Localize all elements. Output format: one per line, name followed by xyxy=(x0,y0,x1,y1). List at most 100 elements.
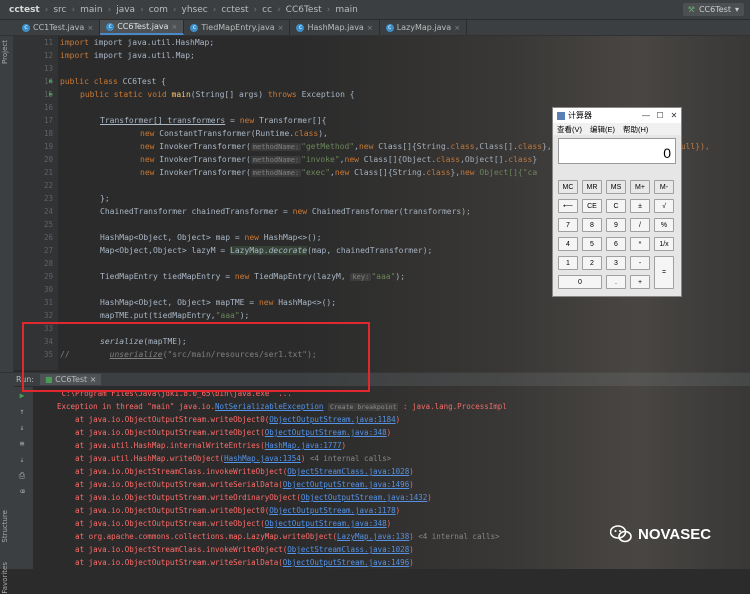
clear-icon[interactable]: ⌫ xyxy=(16,487,28,497)
close-icon[interactable]: × xyxy=(87,24,93,32)
key-8[interactable]: 8 xyxy=(582,218,602,232)
key-c[interactable]: C xyxy=(606,199,626,213)
run-config-selector[interactable]: ⚒ CC6Test ▾ xyxy=(682,3,744,16)
key-reciprocal[interactable]: 1/x xyxy=(654,237,674,251)
breadcrumb-item[interactable]: main xyxy=(77,5,106,15)
rerun-icon[interactable]: ▶ xyxy=(16,391,28,401)
run-gutter-icon[interactable]: ▶ xyxy=(49,77,53,85)
stack-link[interactable]: ObjectOutputStream.java:1496 xyxy=(283,558,409,567)
tab-tiedmapentry[interactable]: c TiedMapEntry.java × xyxy=(184,20,291,35)
create-breakpoint-button[interactable]: Create breakpoint xyxy=(327,403,399,411)
breadcrumb-item[interactable]: cc xyxy=(259,5,275,15)
key-4[interactable]: 4 xyxy=(558,237,578,251)
stack-link[interactable]: ObjectOutputStream.java:348 xyxy=(265,519,387,528)
code-line: HashMap<Object, Object> map = new HashMa… xyxy=(100,233,322,242)
stack-link[interactable]: LazyMap.java:138 xyxy=(337,532,409,541)
calculator-window[interactable]: 计算器 — ☐ ✕ 查看(V) 编辑(E) 帮助(H) 0 MC MR MS M… xyxy=(552,107,682,297)
parameter-hint: methodName: xyxy=(250,169,302,177)
key-mr[interactable]: MR xyxy=(582,180,602,194)
stack-link[interactable]: ObjectStreamClass.java:1028 xyxy=(287,545,409,554)
tab-lazymap[interactable]: c LazyMap.java × xyxy=(380,20,468,35)
favorites-tool-button[interactable]: Favorites xyxy=(1,562,9,594)
hammer-icon[interactable]: ⚒ xyxy=(688,3,695,16)
line-number: 24 xyxy=(43,207,53,216)
breadcrumb-item[interactable]: src xyxy=(50,5,69,15)
breadcrumb-item[interactable]: java xyxy=(113,5,138,15)
code-line: HashMap<Object, Object> mapTME = new Has… xyxy=(100,298,337,307)
project-tool-button[interactable]: Project xyxy=(1,40,9,64)
menu-help[interactable]: 帮助(H) xyxy=(623,124,648,135)
key-5[interactable]: 5 xyxy=(582,237,602,251)
editor-tabs: c CC1Test.java × c CC6Test.java × c TiedMapEn… xyxy=(0,20,750,36)
print-icon[interactable]: ⎙ xyxy=(16,471,28,481)
scroll-down-icon[interactable]: ↓ xyxy=(16,423,28,433)
key-9[interactable]: 9 xyxy=(606,218,626,232)
java-class-icon: c xyxy=(385,23,394,32)
scroll-to-end-icon[interactable]: ⇣ xyxy=(16,455,28,465)
minimize-icon[interactable]: — xyxy=(639,111,653,120)
key-equals[interactable]: = xyxy=(654,256,674,289)
tab-hashmap[interactable]: c HashMap.java × xyxy=(290,20,380,35)
stack-link[interactable]: ObjectOutputStream.java:1496 xyxy=(283,480,409,489)
stack-link[interactable]: HashMap.java:1777 xyxy=(265,441,342,450)
tab-cc6test[interactable]: c CC6Test.java × xyxy=(100,20,185,35)
key-3[interactable]: 3 xyxy=(606,256,626,270)
stack-link[interactable]: ObjectStreamClass.java:1028 xyxy=(287,467,409,476)
key-ce[interactable]: CE xyxy=(582,199,602,213)
breadcrumb-item[interactable]: main xyxy=(332,5,361,15)
soft-wrap-icon[interactable]: ≡ xyxy=(16,439,28,449)
breadcrumb-item[interactable]: cctest xyxy=(6,5,43,15)
left-tool-strip: Project Structure Favorites xyxy=(0,36,14,594)
breadcrumb-item[interactable]: yhsec xyxy=(179,5,211,15)
key-7[interactable]: 7 xyxy=(558,218,578,232)
stack-link[interactable]: ObjectOutputStream.java:348 xyxy=(265,428,387,437)
key-decimal[interactable]: . xyxy=(606,275,626,289)
breadcrumb-item[interactable]: com xyxy=(146,5,171,15)
code-line: Map<Object,Object> lazyM = LazyMap.decor… xyxy=(100,246,433,255)
close-icon[interactable]: ✕ xyxy=(667,111,681,120)
structure-tool-button[interactable]: Structure xyxy=(1,510,9,543)
key-sqrt[interactable]: √ xyxy=(654,199,674,213)
key-divide[interactable]: / xyxy=(630,218,650,232)
run-gutter-icon[interactable]: ▶ xyxy=(49,90,53,98)
key-1[interactable]: 1 xyxy=(558,256,578,270)
tab-cc1test[interactable]: c CC1Test.java × xyxy=(16,20,101,35)
breadcrumb-item[interactable]: cctest xyxy=(218,5,251,15)
key-multiply[interactable]: * xyxy=(630,237,650,251)
menu-view[interactable]: 查看(V) xyxy=(557,124,582,135)
stack-link[interactable]: ObjectOutputStream.java:1432 xyxy=(301,493,427,502)
key-m-minus[interactable]: M- xyxy=(654,180,674,194)
console-line: at java.io.ObjectOutputStream.writeSeria… xyxy=(57,480,414,489)
internal-calls-toggle[interactable]: <4 internal calls> xyxy=(310,454,391,463)
calculator-titlebar[interactable]: 计算器 — ☐ ✕ xyxy=(553,108,681,123)
key-subtract[interactable]: - xyxy=(630,256,650,270)
close-icon[interactable]: × xyxy=(278,24,284,32)
calculator-title: 计算器 xyxy=(568,111,592,120)
chevron-right-icon: › xyxy=(44,4,49,15)
close-icon[interactable]: × xyxy=(172,23,178,31)
code-line: Transformer[] transformers = new Transfo… xyxy=(100,116,327,125)
close-icon[interactable]: × xyxy=(367,24,373,32)
key-plus-minus[interactable]: ± xyxy=(630,199,650,213)
exception-link[interactable]: NotSerializableException xyxy=(215,402,323,411)
key-backspace[interactable]: ⟵ xyxy=(558,199,578,213)
key-m-plus[interactable]: M+ xyxy=(630,180,650,194)
key-add[interactable]: + xyxy=(630,275,650,289)
maximize-icon[interactable]: ☐ xyxy=(653,111,667,120)
wechat-icon xyxy=(610,525,632,543)
key-0[interactable]: 0 xyxy=(558,275,602,289)
scroll-up-icon[interactable]: ↑ xyxy=(16,407,28,417)
key-ms[interactable]: MS xyxy=(606,180,626,194)
key-percent[interactable]: % xyxy=(654,218,674,232)
chevron-right-icon: › xyxy=(212,4,217,15)
key-2[interactable]: 2 xyxy=(582,256,602,270)
key-mc[interactable]: MC xyxy=(558,180,578,194)
close-icon[interactable]: × xyxy=(454,24,460,32)
menu-edit[interactable]: 编辑(E) xyxy=(590,124,615,135)
stack-link[interactable]: ObjectOutputStream.java:1184 xyxy=(269,415,395,424)
key-6[interactable]: 6 xyxy=(606,237,626,251)
breadcrumb-item[interactable]: CC6Test xyxy=(283,5,325,15)
stack-link[interactable]: ObjectOutputStream.java:1178 xyxy=(269,506,395,515)
stack-link[interactable]: HashMap.java:1354 xyxy=(224,454,301,463)
internal-calls-toggle[interactable]: <4 internal calls> xyxy=(418,532,499,541)
